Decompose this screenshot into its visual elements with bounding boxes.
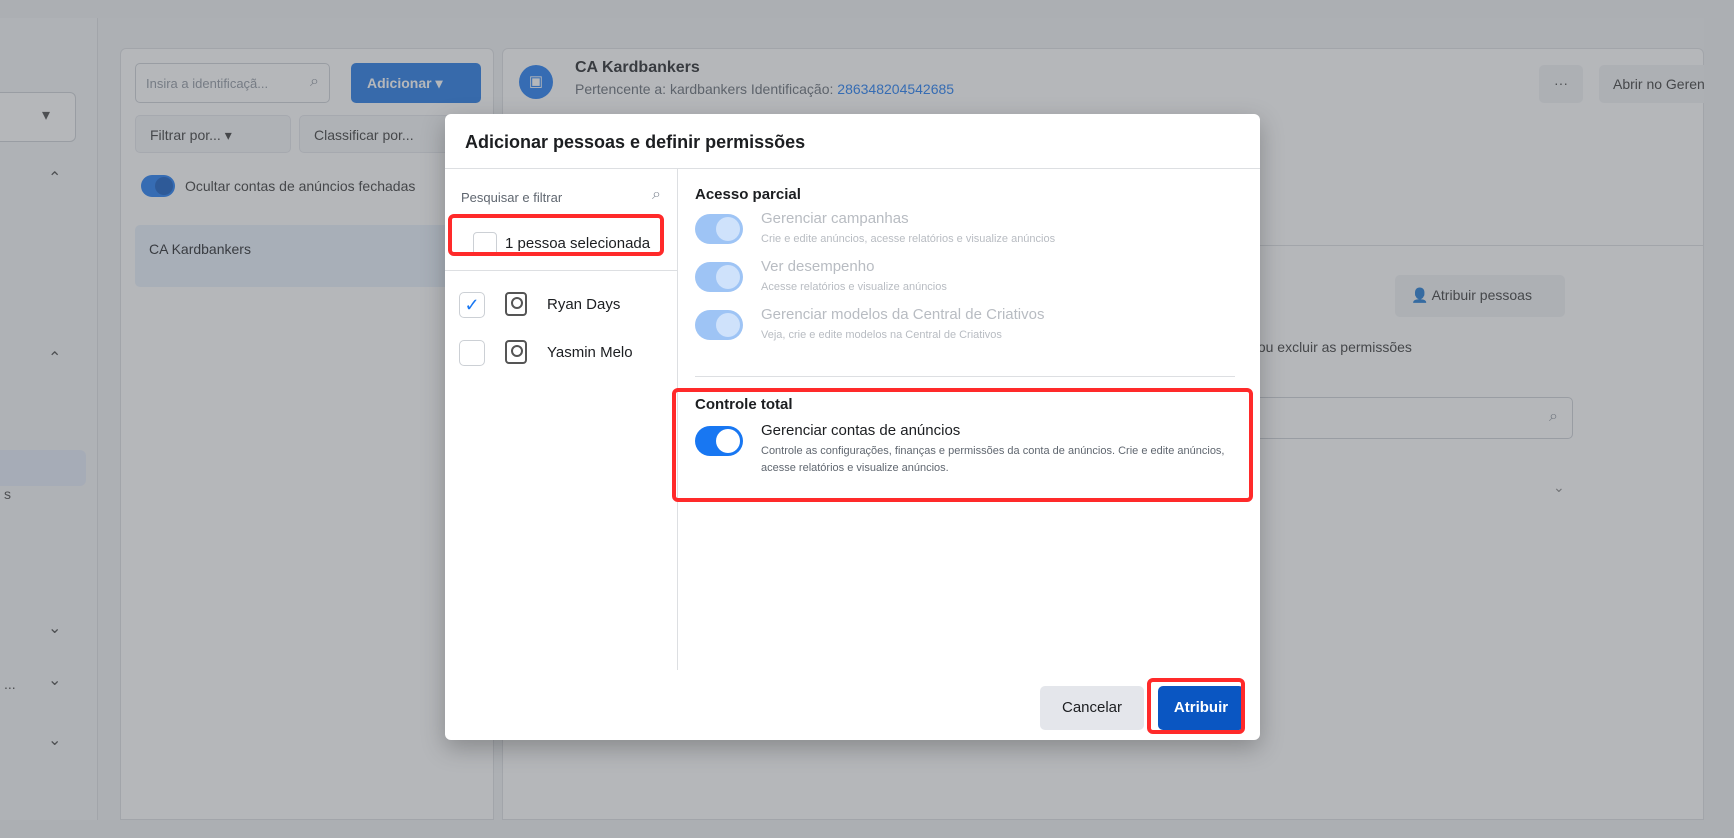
highlight-assign-button: [1147, 678, 1245, 734]
permission-title: Gerenciar campanhas: [761, 210, 909, 227]
search-icon: ⌕: [652, 186, 661, 203]
person-item[interactable]: Yasmin Melo: [459, 332, 669, 372]
person-icon: [505, 292, 527, 316]
modal-title: Adicionar pessoas e definir permissões: [465, 132, 806, 152]
person-name: Yasmin Melo: [547, 344, 633, 361]
person-name: Ryan Days: [547, 296, 621, 313]
people-filter-placeholder: Pesquisar e filtrar: [461, 190, 563, 205]
permission-title: Ver desempenho: [761, 258, 875, 275]
permission-creative-templates: Gerenciar modelos da Central de Criativo…: [695, 306, 1235, 350]
person-icon: [505, 340, 527, 364]
highlight-full-control: [672, 388, 1253, 502]
partial-access-heading: Acesso parcial: [695, 186, 801, 203]
permission-description: Veja, crie e edite modelos na Central de…: [761, 329, 1002, 341]
person-checkbox[interactable]: [459, 340, 485, 366]
permission-toggle[interactable]: [695, 262, 743, 292]
permission-view-performance: Ver desempenho Acesse relatórios e visua…: [695, 258, 1235, 302]
person-checkbox-checked[interactable]: ✓: [459, 292, 485, 318]
permission-toggle[interactable]: [695, 214, 743, 244]
permission-manage-campaigns: Gerenciar campanhas Crie e edite anúncio…: [695, 210, 1235, 254]
permission-title: Gerenciar modelos da Central de Criativo…: [761, 306, 1045, 323]
people-filter-input[interactable]: Pesquisar e filtrar ⌕: [461, 180, 667, 216]
permission-description: Acesse relatórios e visualize anúncios: [761, 281, 947, 293]
permission-description: Crie e edite anúncios, acesse relatórios…: [761, 233, 1056, 245]
cancel-button[interactable]: Cancelar: [1040, 686, 1144, 730]
highlight-selected-count: [448, 214, 664, 256]
people-list-divider: [445, 270, 677, 271]
person-item[interactable]: ✓ Ryan Days: [459, 284, 669, 324]
section-divider: [695, 376, 1235, 377]
modal-header-divider: [445, 168, 1260, 169]
permission-toggle[interactable]: [695, 310, 743, 340]
